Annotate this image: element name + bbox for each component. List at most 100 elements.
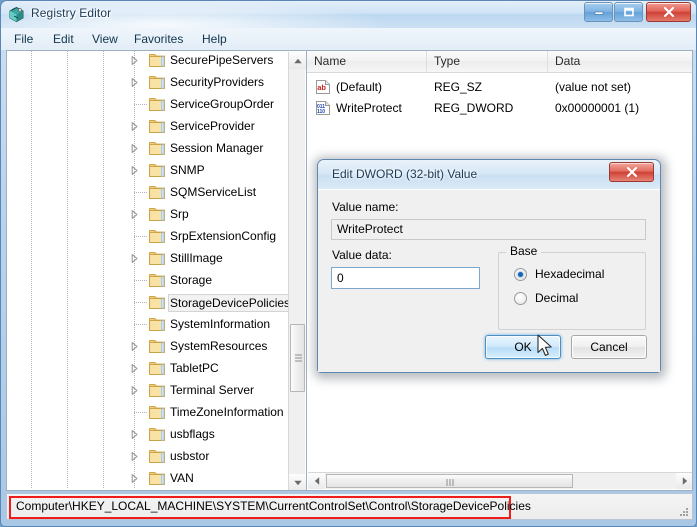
expand-arrow-icon[interactable] — [129, 385, 140, 396]
scrollbar-grip-icon — [295, 354, 302, 362]
tree-item-usbstor[interactable]: usbstor — [7, 445, 288, 467]
tree-item-securityproviders[interactable]: SecurityProviders — [7, 71, 288, 93]
menu-file[interactable]: File — [9, 31, 38, 47]
tree-item-label: usbstor — [170, 449, 210, 463]
maximize-button[interactable] — [614, 2, 643, 22]
tree-item-tabletpc[interactable]: TabletPC — [7, 357, 288, 379]
window-title: Registry Editor — [31, 6, 112, 20]
dialog-close-button[interactable] — [609, 162, 654, 182]
expand-arrow-icon[interactable] — [129, 473, 140, 484]
ok-button[interactable]: OK — [485, 335, 561, 359]
expand-arrow-icon[interactable] — [129, 253, 140, 264]
tree-indent-guides — [7, 423, 288, 445]
tree-item-srp[interactable]: Srp — [7, 203, 288, 225]
status-bar: Computer\HKEY_LOCAL_MACHINE\SYSTEM\Curre… — [6, 493, 693, 520]
tree-item-van[interactable]: VAN — [7, 467, 288, 488]
tree-item-securepipeservers[interactable]: SecurePipeServers — [7, 51, 288, 71]
menu-edit[interactable]: Edit — [48, 31, 79, 47]
expand-arrow-icon[interactable] — [129, 429, 140, 440]
table-row[interactable]: ab (Default) REG_SZ (value not set) — [307, 77, 692, 98]
menu-favorites[interactable]: Favorites — [129, 31, 188, 47]
tree-item-label: SQMServiceList — [170, 185, 257, 199]
svg-text:110: 110 — [317, 109, 325, 115]
value-list-horizontal-scrollbar[interactable] — [308, 472, 692, 489]
expand-arrow-icon[interactable] — [129, 77, 140, 88]
expand-arrow-icon[interactable] — [129, 451, 140, 462]
column-header-name[interactable]: Name — [307, 51, 427, 72]
tree-item-label: ServiceProvider — [170, 119, 255, 133]
folder-icon — [149, 448, 165, 463]
expand-arrow-icon[interactable] — [129, 363, 140, 374]
value-name-label: Value name: — [332, 200, 399, 214]
tree-indent-guides — [7, 467, 288, 488]
tree-item-terminal-server[interactable]: Terminal Server — [7, 379, 288, 401]
registry-tree[interactable]: SecurePipeServers SecurityProviders Servic… — [7, 51, 288, 488]
string-value-icon: ab — [315, 79, 331, 95]
menu-view[interactable]: View — [87, 31, 123, 47]
tree-item-label: Storage — [170, 273, 213, 287]
tree-indent-guides — [7, 203, 288, 225]
expand-arrow-icon[interactable] — [129, 209, 140, 220]
tree-item-snmp[interactable]: SNMP — [7, 159, 288, 181]
expand-arrow-icon[interactable] — [129, 341, 140, 352]
tree-item-session-manager[interactable]: Session Manager — [7, 137, 288, 159]
column-header-data[interactable]: Data — [548, 51, 692, 72]
folder-icon — [149, 470, 165, 485]
folder-icon — [149, 272, 165, 287]
scroll-left-icon[interactable] — [308, 473, 325, 489]
tree-item-label: Session Manager — [170, 141, 264, 155]
cancel-button[interactable]: Cancel — [571, 335, 647, 359]
tree-indent-guides — [7, 159, 288, 181]
close-button[interactable] — [646, 2, 691, 22]
tree-item-stillimage[interactable]: StillImage — [7, 247, 288, 269]
scroll-right-icon[interactable] — [676, 473, 692, 489]
tree-indent-guides — [7, 247, 288, 269]
tree-item-label: TabletPC — [170, 361, 219, 375]
tree-item-sqmservicelist[interactable]: SQMServiceList — [7, 181, 288, 203]
tree-item-label: VAN — [170, 471, 194, 485]
registry-editor-window: Registry Editor File Edit View Favorites… — [0, 0, 697, 527]
expand-arrow-icon[interactable] — [129, 143, 140, 154]
tree-item-storagedevicepolicies[interactable]: StorageDevicePolicies — [7, 291, 288, 313]
folder-icon — [149, 294, 165, 309]
tree-item-timezoneinformation[interactable]: TimeZoneInformation — [7, 401, 288, 423]
scroll-up-icon[interactable] — [289, 52, 306, 69]
scrollbar-grip-icon — [446, 479, 453, 486]
tree-vertical-scrollbar[interactable] — [288, 52, 306, 490]
folder-icon — [149, 118, 165, 133]
minimize-button[interactable] — [584, 2, 613, 22]
radio-decimal-label: Decimal — [535, 291, 579, 305]
tree-item-serviceprovider[interactable]: ServiceProvider — [7, 115, 288, 137]
folder-icon — [149, 52, 165, 67]
horizontal-scrollbar-thumb[interactable] — [326, 474, 573, 488]
tree-item-label: Srp — [170, 207, 189, 221]
table-row[interactable]: 011 110 WriteProtect REG_DWORD 0x0000000… — [307, 98, 692, 119]
tree-indent-guides — [7, 357, 288, 379]
value-data-input[interactable] — [331, 267, 480, 289]
scroll-down-icon[interactable] — [289, 474, 306, 490]
tree-item-srpextensionconfig[interactable]: SrpExtensionConfig — [7, 225, 288, 247]
expand-arrow-icon[interactable] — [129, 121, 140, 132]
tree-item-systeminformation[interactable]: SystemInformation — [7, 313, 288, 335]
registry-path-text: Computer\HKEY_LOCAL_MACHINE\SYSTEM\Curre… — [16, 499, 531, 513]
folder-icon — [149, 96, 165, 111]
column-header-type[interactable]: Type — [427, 51, 548, 72]
registry-tree-pane[interactable]: SecurePipeServers SecurityProviders Servic… — [6, 50, 306, 491]
tree-item-systemresources[interactable]: SystemResources — [7, 335, 288, 357]
value-name-field: WriteProtect — [331, 219, 646, 240]
tree-item-storage[interactable]: Storage — [7, 269, 288, 291]
tree-item-servicegrouporder[interactable]: ServiceGroupOrder — [7, 93, 288, 115]
edit-dword-dialog: Edit DWORD (32-bit) Value Value name: Wr… — [317, 159, 661, 373]
expand-arrow-icon[interactable] — [129, 165, 140, 176]
dialog-title-bar: Edit DWORD (32-bit) Value — [318, 160, 660, 189]
folder-icon — [149, 316, 165, 331]
folder-icon — [149, 250, 165, 265]
menu-help[interactable]: Help — [197, 31, 232, 47]
value-type-cell: REG_DWORD — [434, 101, 514, 115]
folder-icon — [149, 74, 165, 89]
resize-grip-icon[interactable] — [678, 505, 689, 516]
tree-item-usbflags[interactable]: usbflags — [7, 423, 288, 445]
dialog-body: Value name: WriteProtect Value data: Bas… — [318, 189, 660, 372]
tree-scrollbar-thumb[interactable] — [290, 324, 305, 392]
expand-arrow-icon[interactable] — [129, 55, 140, 66]
